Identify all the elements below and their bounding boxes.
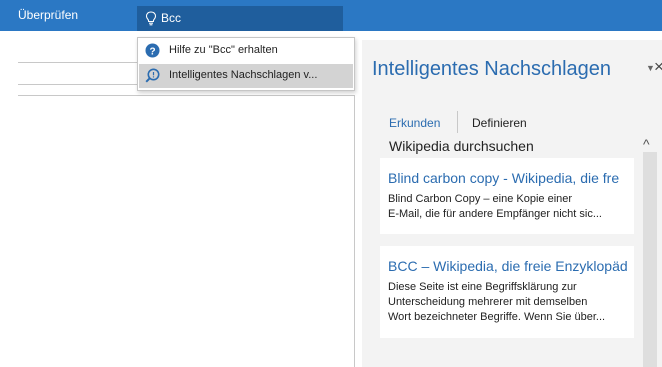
result-snippet-line: Unterscheidung mehrerer mit demselben (388, 296, 588, 308)
tell-me-search-box[interactable] (137, 6, 343, 31)
document-vertical-divider (354, 95, 355, 367)
result-snippet-line: Wort bezeichneter Begriffe. Wenn Sie übe… (388, 311, 606, 323)
smart-lookup-icon (145, 68, 160, 83)
lightbulb-icon (145, 11, 157, 26)
ribbon-bar: Überprüfen (0, 0, 662, 31)
tab-define[interactable]: Definieren (472, 116, 527, 130)
result-snippet: Diese Seite ist eine Begriffsklärung zur… (388, 280, 630, 325)
search-suggestions-dropdown: ? Hilfe zu "Bcc" erhalten Intelligentes … (137, 37, 355, 91)
result-card[interactable]: BCC – Wikipedia, die freie Enzyklopäd Di… (380, 246, 634, 338)
scroll-up-icon[interactable]: ^ (643, 136, 650, 152)
smart-lookup-pane: Intelligentes Nachschlagen ▼ × Erkunden … (362, 40, 662, 367)
tab-review[interactable]: Überprüfen (18, 8, 78, 22)
document-divider (18, 95, 354, 96)
help-suggestion[interactable]: ? Hilfe zu "Bcc" erhalten (139, 39, 353, 63)
result-snippet: Blind Carbon Copy – eine Kopie einer E-M… (388, 192, 630, 222)
result-snippet-line: Blind Carbon Copy – eine Kopie einer (388, 193, 573, 205)
result-card[interactable]: Blind carbon copy - Wikipedia, die fre B… (380, 158, 634, 234)
help-suggestion-label: Hilfe zu "Bcc" erhalten (169, 44, 278, 56)
tab-explore[interactable]: Erkunden (389, 116, 440, 130)
smart-lookup-suggestion[interactable]: Intelligentes Nachschlagen v... (139, 64, 353, 88)
result-title[interactable]: Blind carbon copy - Wikipedia, die fre (388, 170, 634, 186)
svg-text:?: ? (149, 46, 155, 57)
pane-title: Intelligentes Nachschlagen (372, 58, 612, 80)
result-snippet-line: Diese Seite ist eine Begriffsklärung zur (388, 281, 577, 293)
result-title[interactable]: BCC – Wikipedia, die freie Enzyklopäd (388, 258, 634, 274)
search-input[interactable] (161, 10, 331, 26)
section-title: Wikipedia durchsuchen (389, 138, 534, 154)
close-icon[interactable]: × (654, 57, 662, 77)
smart-lookup-suggestion-label: Intelligentes Nachschlagen v... (169, 69, 318, 81)
result-snippet-line: E-Mail, die für andere Empfänger nicht s… (388, 208, 602, 220)
help-icon: ? (145, 43, 160, 58)
tab-separator (457, 111, 458, 133)
scrollbar[interactable] (643, 152, 657, 367)
